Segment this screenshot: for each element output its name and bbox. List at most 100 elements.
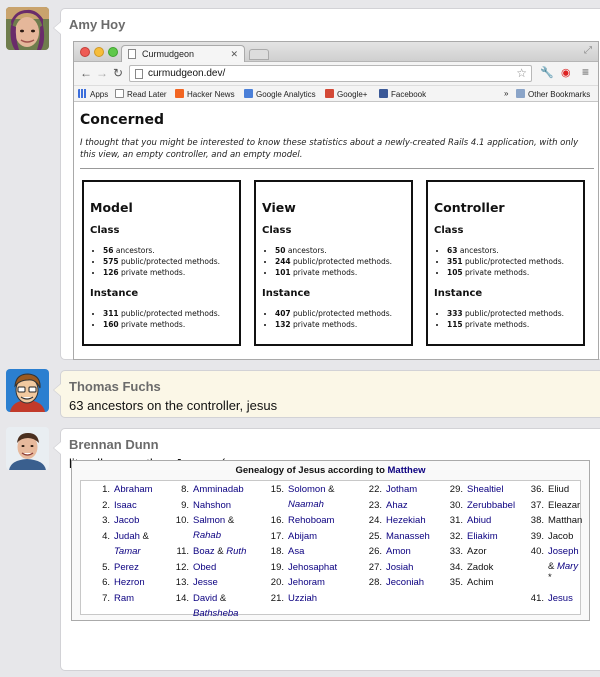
ampersand: &	[214, 546, 227, 557]
ancestor-name[interactable]: Obed	[193, 562, 216, 573]
ancestor-name[interactable]: Josiah	[386, 562, 413, 573]
ancestor-name[interactable]: Amminadab	[193, 484, 244, 495]
address-bar[interactable]: curmudgeon.dev/ ☆	[129, 65, 532, 82]
ancestor-name[interactable]: Ahaz	[386, 500, 408, 511]
avatar[interactable]	[6, 427, 49, 470]
box-title: View	[262, 200, 296, 215]
ancestor-name[interactable]: Zerubbabel	[467, 500, 515, 511]
genealogy-entry: 3. Jacob	[102, 515, 139, 526]
entry-number: 18.	[270, 546, 284, 557]
genealogy-table[interactable]: Genealogy of Jesus according to Matthew …	[71, 460, 590, 621]
forward-arrow-icon[interactable]: →	[96, 66, 108, 80]
instance-stats: 407 public/protected methods. 132 privat…	[262, 308, 405, 330]
class-label: Class	[262, 225, 292, 236]
ancestor-name[interactable]: Jesus	[548, 593, 573, 604]
ancestor-name[interactable]: Solomon	[288, 484, 326, 495]
ancestor-name[interactable]: Shealtiel	[467, 484, 503, 495]
google-plus-icon	[325, 89, 334, 98]
entry-number: 38.	[530, 515, 544, 526]
ancestor-name[interactable]: Abraham	[114, 484, 153, 495]
ancestor-name[interactable]: Uzziah	[288, 593, 317, 604]
bookmark-facebook[interactable]: Facebook	[379, 89, 426, 99]
author-name[interactable]: Brennan Dunn	[69, 437, 159, 452]
matthew-link[interactable]: Matthew	[388, 465, 426, 476]
entry-number: 25.	[368, 530, 382, 542]
page-heading: Concerned	[80, 112, 165, 128]
ancestor-name[interactable]: Jotham	[386, 484, 417, 495]
ancestor-name[interactable]: Rehoboam	[288, 515, 334, 526]
ancestor-name[interactable]: Abiud	[467, 515, 491, 526]
embedded-screenshot[interactable]: Curmudgeon ✕ ⤢ ← → ↻ curmudgeon.dev/ ☆ 🔧…	[73, 41, 599, 360]
ancestor-name[interactable]: Nahshon	[193, 500, 231, 511]
bookmark-apps[interactable]: Apps	[78, 89, 108, 99]
ancestor-name[interactable]: Jehosaphat	[288, 562, 337, 573]
ancestor-name[interactable]: Abijam	[288, 531, 317, 542]
ancestor-name[interactable]: Hezron	[114, 577, 145, 588]
close-light-icon[interactable]	[80, 47, 90, 57]
ancestor-name[interactable]: Jacob	[114, 515, 139, 526]
entry-number: 39.	[530, 530, 544, 542]
spouse-name[interactable]: Rahab	[193, 530, 221, 541]
other-bookmarks[interactable]: Other Bookmarks	[516, 89, 590, 99]
ancestor-name[interactable]: Salmon	[193, 515, 225, 526]
spouse-name[interactable]: Naamah	[288, 499, 324, 510]
zoom-light-icon[interactable]	[108, 47, 118, 57]
facebook-icon	[379, 89, 388, 98]
author-name[interactable]: Thomas Fuchs	[69, 379, 161, 394]
entry-number: 12.	[175, 561, 189, 573]
ancestor-name[interactable]: Manasseh	[386, 531, 430, 542]
ancestor-name[interactable]: David	[193, 593, 217, 604]
new-tab-button[interactable]	[249, 49, 269, 60]
browser-tab[interactable]: Curmudgeon ✕	[121, 45, 245, 62]
list-item: 244 public/protected methods.	[275, 256, 405, 267]
ancestor-name[interactable]: Hezekiah	[386, 515, 426, 526]
entry-number: 32.	[449, 530, 463, 542]
bookmark-read-later[interactable]: Read Later	[115, 89, 167, 99]
opera-icon[interactable]: ◉	[561, 66, 571, 79]
ancestor-name[interactable]: Amon	[386, 546, 411, 557]
ancestor-name[interactable]: Boaz	[193, 546, 215, 557]
list-item: 351 public/protected methods.	[447, 256, 577, 267]
entry-number: 1.	[102, 484, 110, 495]
message-brennan: Brennan Dunn literally more than Jesus :…	[0, 424, 600, 671]
ancestor-name[interactable]: Ram	[114, 593, 134, 604]
fullscreen-icon[interactable]: ⤢	[584, 45, 592, 56]
genealogy-entry: 8. Amminadab	[181, 484, 244, 495]
web-page: Concerned I thought that you might be in…	[74, 104, 598, 359]
menu-icon[interactable]: ≡	[582, 65, 589, 79]
wrench-icon[interactable]: 🔧	[540, 66, 554, 79]
ampersand: &	[225, 515, 235, 526]
ancestor-name[interactable]: Jesse	[193, 577, 218, 588]
spouse-name[interactable]: Ruth	[226, 546, 246, 557]
ancestor-name[interactable]: Asa	[288, 546, 304, 557]
genealogy-entry: 12. Obed	[176, 562, 216, 573]
genealogy-entry: 10. Salmon & Rahab	[176, 515, 235, 541]
spouse-name[interactable]: Bathsheba	[193, 608, 238, 619]
back-arrow-icon[interactable]: ←	[80, 66, 92, 80]
ancestor-name[interactable]: Joseph	[548, 546, 579, 557]
ancestor-name[interactable]: Jehoram	[288, 577, 325, 588]
avatar[interactable]	[6, 7, 49, 50]
class-label: Class	[434, 225, 464, 236]
spouse-name[interactable]: Mary	[557, 561, 578, 572]
ancestor-name[interactable]: Judah	[114, 531, 140, 542]
ancestor-name[interactable]: Perez	[114, 562, 139, 573]
minimize-light-icon[interactable]	[94, 47, 104, 57]
avatar[interactable]	[6, 369, 49, 412]
ancestor-name[interactable]: Jeconiah	[386, 577, 424, 588]
bookmark-overflow[interactable]: »	[504, 89, 508, 98]
bookmark-google-analytics[interactable]: Google Analytics	[244, 89, 316, 99]
reload-icon[interactable]: ↻	[113, 66, 123, 80]
ancestor-name: Azor	[467, 546, 487, 557]
entry-number: 22.	[368, 484, 382, 495]
star-icon[interactable]: ☆	[516, 66, 527, 80]
ancestor-name[interactable]: Isaac	[114, 500, 137, 511]
entry-number: 16.	[270, 515, 284, 526]
close-tab-icon[interactable]: ✕	[230, 49, 238, 60]
bookmark-google-plus[interactable]: Google+	[325, 89, 367, 99]
spouse-name[interactable]: Tamar	[114, 546, 141, 557]
author-name[interactable]: Amy Hoy	[69, 17, 125, 32]
genealogy-entry: 18. Asa	[271, 546, 305, 557]
ancestor-name[interactable]: Eliakim	[467, 531, 498, 542]
bookmark-hacker-news[interactable]: Hacker News	[175, 89, 235, 99]
